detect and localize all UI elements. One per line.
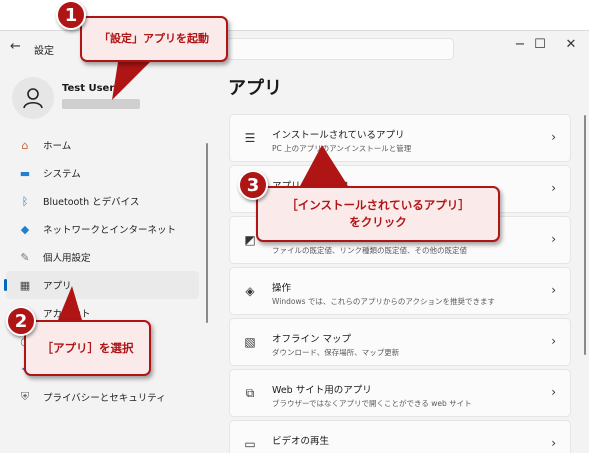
callout-1-pointer: [112, 62, 150, 100]
callout-3-badge: 3: [238, 170, 268, 200]
callout-2-pointer: [58, 286, 82, 320]
callout-1-text: 「設定」アプリを起動: [99, 32, 209, 45]
callout-3-text-line1: ［インストールされているアプリ］: [286, 198, 470, 212]
callout-1-badge: 1: [56, 0, 86, 30]
callout-3: ［インストールされているアプリ］ をクリック: [256, 186, 500, 242]
callout-3-text-line2: をクリック: [349, 215, 407, 229]
callout-2-badge: 2: [6, 306, 36, 336]
callout-2: ［アプリ］を選択: [24, 320, 151, 376]
callout-3-pointer: [300, 145, 348, 186]
callout-2-text: ［アプリ］を選択: [41, 341, 134, 355]
callout-1: 「設定」アプリを起動: [80, 16, 228, 62]
